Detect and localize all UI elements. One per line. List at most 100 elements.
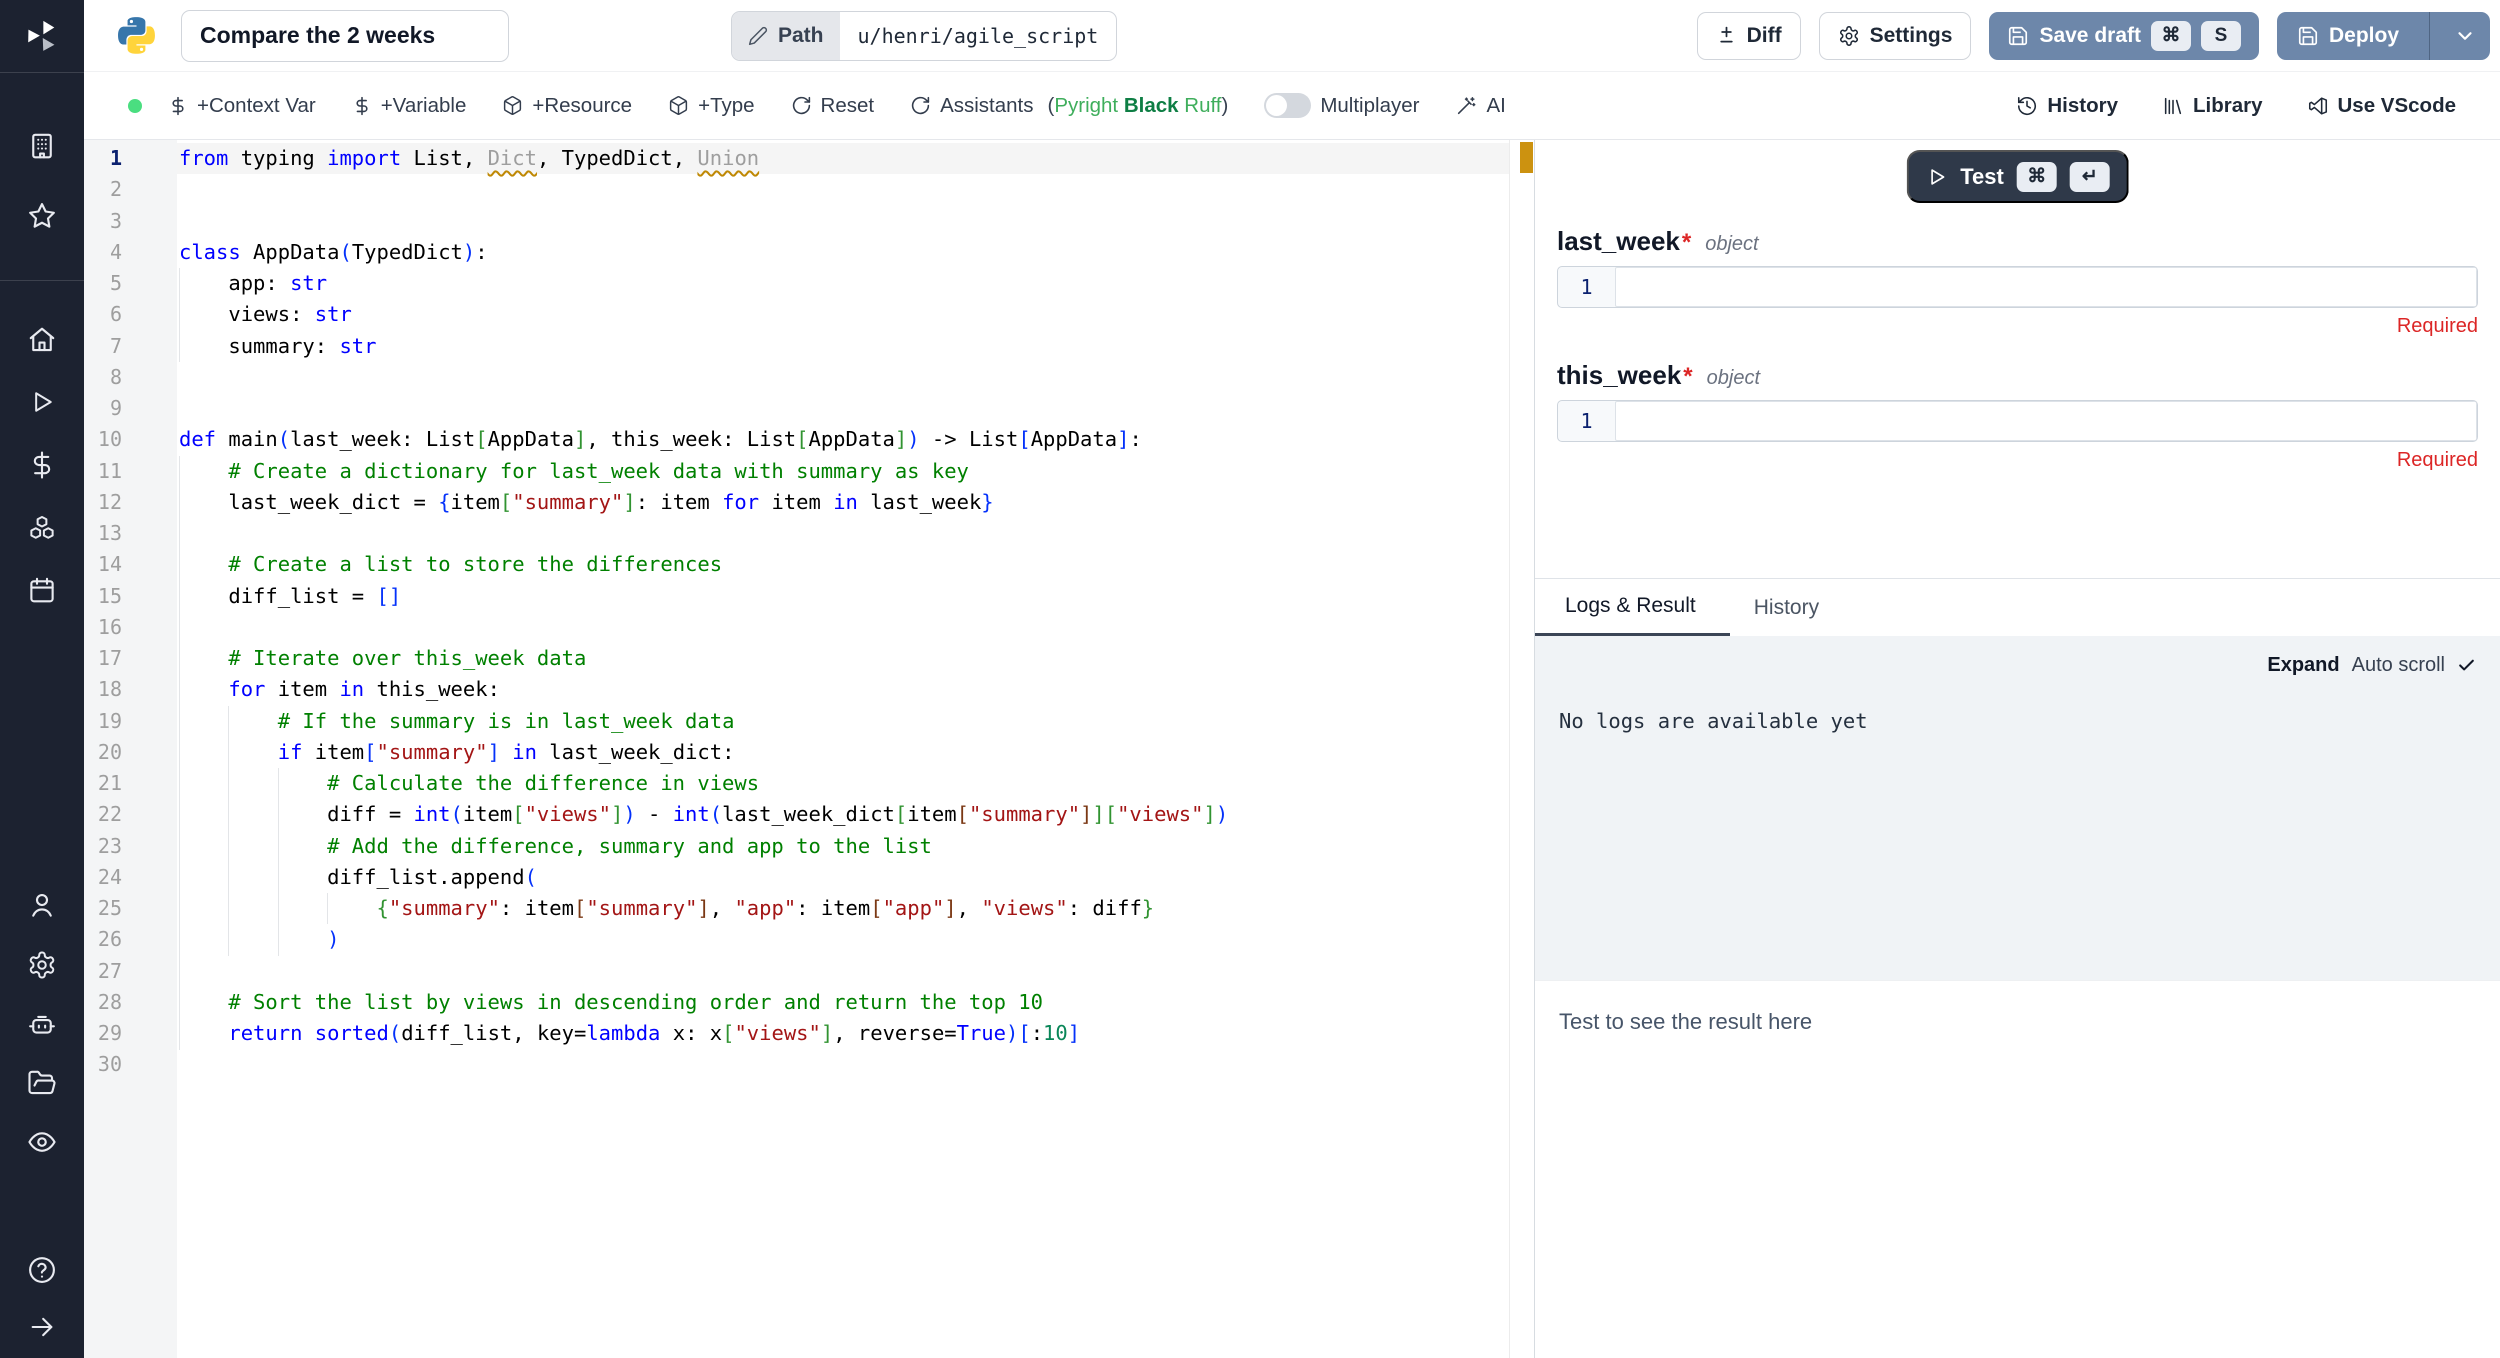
add-variable-label: +Variable [381, 94, 467, 118]
deploy-dropdown[interactable] [2440, 12, 2490, 60]
code-line: diff_list = [] [177, 581, 1534, 612]
save-draft-button[interactable]: Save draft ⌘ S [1989, 12, 2259, 60]
code-line: for item in this_week: [177, 674, 1534, 705]
test-button[interactable]: Test ⌘ ↵ [1906, 150, 2129, 203]
line-number: 21 [84, 768, 177, 799]
line-number: 25 [84, 893, 177, 924]
no-logs-message: No logs are available yet [1559, 709, 2476, 733]
history-label: History [2047, 94, 2118, 118]
add-type-button[interactable]: +Type [668, 94, 754, 118]
multiplayer-toggle[interactable] [1264, 93, 1311, 118]
line-number: 29 [84, 1018, 177, 1049]
add-variable-button[interactable]: +Variable [352, 94, 467, 118]
folder-open-icon[interactable] [27, 1068, 57, 1098]
code-line: last_week_dict = {item["summary"]: item … [177, 487, 1534, 518]
arg-input-last-week[interactable]: 1 [1557, 266, 2478, 308]
ai-button[interactable]: AI [1455, 94, 1505, 118]
code-editor[interactable]: 1234567891011121314151617181920212223242… [84, 140, 1534, 1358]
add-context-var-button[interactable]: +Context Var [168, 94, 316, 118]
play-icon[interactable] [28, 388, 56, 416]
required-asterisk: * [1682, 229, 1691, 257]
deploy-button[interactable]: Deploy [2277, 12, 2490, 60]
line-number: 7 [84, 331, 177, 362]
json-input-field[interactable] [1615, 267, 2477, 307]
kbd-cmd: ⌘ [2017, 162, 2057, 192]
python-logo [118, 17, 155, 54]
reset-button[interactable]: Reset [791, 94, 875, 118]
diff-label: Diff [1747, 24, 1782, 48]
line-number: 24 [84, 862, 177, 893]
logs-tabs: Logs & Result History [1535, 579, 2500, 636]
add-resource-label: +Resource [532, 94, 632, 118]
tab-history[interactable]: History [1730, 579, 1843, 636]
use-vscode-label: Use VScode [2338, 94, 2457, 118]
test-pane: Test ⌘ ↵ last_week* object 1 Required th… [1535, 140, 2500, 578]
add-resource-button[interactable]: +Resource [502, 94, 632, 118]
overview-ruler [1509, 140, 1534, 1358]
sidebar-divider [0, 280, 84, 281]
gear-icon[interactable] [27, 950, 57, 980]
use-vscode-button[interactable]: Use VScode [2307, 94, 2457, 118]
sidebar-divider [0, 72, 84, 73]
wand-icon [1455, 95, 1477, 117]
multiplayer-toggle-group: Multiplayer [1264, 93, 1419, 118]
rotate-cw-icon [910, 95, 931, 116]
windmill-logo[interactable] [24, 18, 60, 54]
vscode-icon [2307, 95, 2329, 117]
dollar-icon[interactable] [27, 450, 57, 480]
calendar-icon[interactable] [27, 575, 57, 605]
path-value[interactable]: u/henri/agile_script [840, 12, 1117, 60]
path-button[interactable]: Path u/henri/agile_script [731, 11, 1117, 61]
history-button[interactable]: History [2016, 94, 2118, 118]
autoscroll-label[interactable]: Auto scroll [2352, 654, 2445, 677]
code-line: diff_list.append( [177, 862, 1534, 893]
line-number: 20 [84, 737, 177, 768]
dollar-icon [352, 96, 372, 116]
code-line: class AppData(TypedDict): [177, 237, 1534, 268]
code-area[interactable]: from typing import List, Dict, TypedDict… [177, 140, 1534, 1358]
robot-icon[interactable] [27, 1010, 57, 1040]
line-number: 2 [84, 174, 177, 205]
check-icon[interactable] [2457, 656, 2476, 675]
line-number: 3 [84, 206, 177, 237]
line-number: 14 [84, 549, 177, 580]
code-line: return sorted(diff_list, key=lambda x: x… [177, 1018, 1534, 1049]
line-number: 30 [84, 1049, 177, 1080]
settings-label: Settings [1870, 24, 1953, 48]
logs-body: Expand Auto scroll No logs are available… [1535, 636, 2500, 980]
code-line: # Calculate the difference in views [177, 768, 1534, 799]
json-input-field[interactable] [1615, 401, 2477, 441]
buildings-icon[interactable] [27, 131, 57, 161]
path-label: Path [778, 24, 824, 48]
line-number: 23 [84, 831, 177, 862]
arg-input-this-week[interactable]: 1 [1557, 400, 2478, 442]
code-line: # Add the difference, summary and app to… [177, 831, 1534, 862]
user-icon[interactable] [27, 890, 57, 920]
path-label-segment[interactable]: Path [732, 12, 840, 60]
assistants-button[interactable]: Assistants [910, 94, 1033, 118]
arg-this-week: this_week* object 1 Required [1557, 360, 2478, 472]
arg-type: object [1707, 367, 1760, 390]
library-label: Library [2193, 94, 2263, 118]
assistants-status: (Pyright Black Ruff) [1048, 94, 1229, 118]
library-button[interactable]: Library [2162, 94, 2263, 118]
settings-button[interactable]: Settings [1819, 12, 1972, 60]
arrow-right-icon[interactable] [28, 1313, 56, 1341]
boxes-icon[interactable] [27, 513, 57, 543]
code-line: diff = int(item["views"]) - int(last_wee… [177, 799, 1534, 830]
assistant-ruff: Ruff [1184, 94, 1221, 117]
line-number: 9 [84, 393, 177, 424]
help-icon[interactable] [27, 1255, 57, 1285]
diff-button[interactable]: Diff [1697, 12, 1801, 60]
eye-icon[interactable] [27, 1127, 57, 1157]
script-title-input[interactable]: Compare the 2 weeks [181, 10, 509, 62]
line-number: 28 [84, 987, 177, 1018]
home-icon[interactable] [27, 325, 57, 355]
tab-logs-result[interactable]: Logs & Result [1535, 579, 1730, 636]
expand-button[interactable]: Expand [2267, 654, 2339, 677]
code-line: # If the summary is in last_week data [177, 706, 1534, 737]
result-placeholder: Test to see the result here [1559, 1009, 2476, 1035]
star-icon[interactable] [27, 201, 57, 231]
line-number: 12 [84, 487, 177, 518]
code-line: ) [177, 924, 1534, 955]
